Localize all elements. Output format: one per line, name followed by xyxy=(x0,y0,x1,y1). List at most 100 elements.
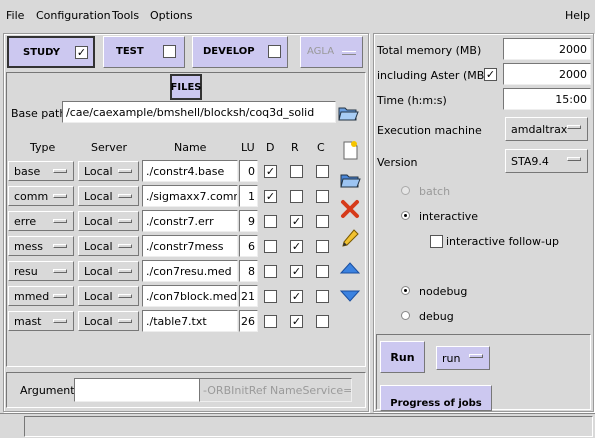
c-checkbox[interactable] xyxy=(316,190,329,203)
open-file-icon[interactable] xyxy=(339,169,361,191)
run-mode-value: run xyxy=(442,351,461,365)
r-checkbox[interactable] xyxy=(290,165,303,178)
nodebug-radio[interactable] xyxy=(401,286,410,295)
type-select[interactable]: comm xyxy=(8,186,74,206)
d-checkbox[interactable] xyxy=(264,190,277,203)
type-select[interactable]: mmed xyxy=(8,286,74,306)
r-checkbox[interactable] xyxy=(290,265,303,278)
r-checkbox[interactable] xyxy=(290,215,303,228)
d-checkbox[interactable] xyxy=(264,315,277,328)
base-path-input[interactable]: /cae/caexample/bmshell/blocksh/coq3d_sol… xyxy=(62,101,336,123)
total-memory-input[interactable]: 2000 xyxy=(503,38,591,60)
menu-bar: File Configuration Tools Options Help xyxy=(0,0,595,32)
file-name-input[interactable]: ./constr7.err xyxy=(142,210,238,232)
lu-input[interactable]: 6 xyxy=(239,235,258,257)
c-checkbox[interactable] xyxy=(316,165,329,178)
file-name-input[interactable]: ./constr7mess xyxy=(142,235,238,257)
move-up-icon[interactable] xyxy=(339,257,361,279)
file-name-input[interactable]: ./table7.txt xyxy=(142,310,238,332)
menu-configuration[interactable]: Configuration xyxy=(36,9,111,22)
version-select[interactable]: STA9.4 xyxy=(505,149,588,173)
file-name-input[interactable]: ./con7block.med xyxy=(142,285,238,307)
column-lu: LU xyxy=(241,141,255,154)
type-select[interactable]: resu xyxy=(8,261,74,281)
lu-input[interactable]: 1 xyxy=(239,185,258,207)
c-checkbox[interactable] xyxy=(316,240,329,253)
arguments-input[interactable] xyxy=(74,378,200,402)
study-label: STUDY xyxy=(23,47,60,58)
server-select[interactable]: Local xyxy=(78,236,139,256)
version-label: Version xyxy=(377,156,418,169)
aster-memory-checkbox[interactable] xyxy=(484,68,497,81)
column-c: C xyxy=(317,141,325,154)
menu-file[interactable]: File xyxy=(6,9,24,22)
server-select[interactable]: Local xyxy=(78,211,139,231)
menu-tools[interactable]: Tools xyxy=(112,9,139,22)
c-checkbox[interactable] xyxy=(316,265,329,278)
c-checkbox[interactable] xyxy=(316,215,329,228)
column-r: R xyxy=(291,141,299,154)
lu-input[interactable]: 26 xyxy=(239,310,258,332)
time-input[interactable]: 15:00 xyxy=(503,88,591,110)
machine-value: amdaltrax xyxy=(511,122,568,136)
open-folder-icon[interactable] xyxy=(337,101,359,123)
debug-radio[interactable] xyxy=(401,311,410,320)
interactive-radio[interactable] xyxy=(401,211,410,220)
batch-radio[interactable] xyxy=(401,186,410,195)
server-select[interactable]: Local xyxy=(78,261,139,281)
run-mode-select[interactable]: run xyxy=(436,346,490,370)
r-checkbox[interactable] xyxy=(290,240,303,253)
agla-button[interactable]: AGLA xyxy=(300,36,363,68)
d-checkbox[interactable] xyxy=(264,265,277,278)
file-name-input[interactable]: ./constr4.base xyxy=(142,160,238,182)
delete-icon[interactable] xyxy=(339,198,361,220)
followup-checkbox[interactable] xyxy=(430,235,443,248)
r-checkbox[interactable] xyxy=(290,290,303,303)
develop-checkbox[interactable] xyxy=(268,45,281,58)
lu-input[interactable]: 8 xyxy=(239,260,258,282)
aster-memory-input[interactable]: 2000 xyxy=(503,63,591,85)
progress-of-jobs-button[interactable]: Progress of jobs xyxy=(380,385,492,411)
file-name-input[interactable]: ./con7resu.med xyxy=(142,260,238,282)
menu-help[interactable]: Help xyxy=(565,9,590,22)
interactive-label: interactive xyxy=(419,210,479,223)
lu-input[interactable]: 0 xyxy=(239,160,258,182)
dropdown-indicator xyxy=(118,319,132,323)
d-checkbox[interactable] xyxy=(264,165,277,178)
d-checkbox[interactable] xyxy=(264,215,277,228)
edit-icon[interactable] xyxy=(339,227,361,249)
files-title: FILES xyxy=(170,74,202,100)
d-checkbox[interactable] xyxy=(264,290,277,303)
study-mode-button[interactable]: STUDY xyxy=(7,36,95,68)
new-file-icon[interactable] xyxy=(339,139,361,161)
run-button[interactable]: Run xyxy=(380,341,425,373)
type-select[interactable]: mast xyxy=(8,311,74,331)
c-checkbox[interactable] xyxy=(316,290,329,303)
orb-arguments-field[interactable]: -ORBInitRef NameService=cort xyxy=(199,378,352,402)
test-checkbox[interactable] xyxy=(163,45,176,58)
type-select[interactable]: base xyxy=(8,161,74,181)
move-down-icon[interactable] xyxy=(339,284,361,306)
execution-machine-label: Execution machine xyxy=(377,124,482,137)
server-value: Local xyxy=(84,189,113,203)
study-checkbox[interactable] xyxy=(75,46,88,59)
test-mode-button[interactable]: TEST xyxy=(103,36,185,68)
c-checkbox[interactable] xyxy=(316,315,329,328)
file-name-input[interactable]: ./sigmaxx7.comm xyxy=(142,185,238,207)
nodebug-label: nodebug xyxy=(419,285,468,298)
server-select[interactable]: Local xyxy=(78,311,139,331)
lu-input[interactable]: 21 xyxy=(239,285,258,307)
server-select[interactable]: Local xyxy=(78,286,139,306)
r-checkbox[interactable] xyxy=(290,315,303,328)
type-select[interactable]: erre xyxy=(8,211,74,231)
server-select[interactable]: Local xyxy=(78,161,139,181)
arguments-label: Arguments xyxy=(20,384,81,397)
lu-input[interactable]: 9 xyxy=(239,210,258,232)
r-checkbox[interactable] xyxy=(290,190,303,203)
d-checkbox[interactable] xyxy=(264,240,277,253)
server-select[interactable]: Local xyxy=(78,186,139,206)
execution-machine-select[interactable]: amdaltrax xyxy=(505,117,588,141)
develop-mode-button[interactable]: DEVELOP xyxy=(192,36,288,68)
menu-options[interactable]: Options xyxy=(150,9,192,22)
type-select[interactable]: mess xyxy=(8,236,74,256)
